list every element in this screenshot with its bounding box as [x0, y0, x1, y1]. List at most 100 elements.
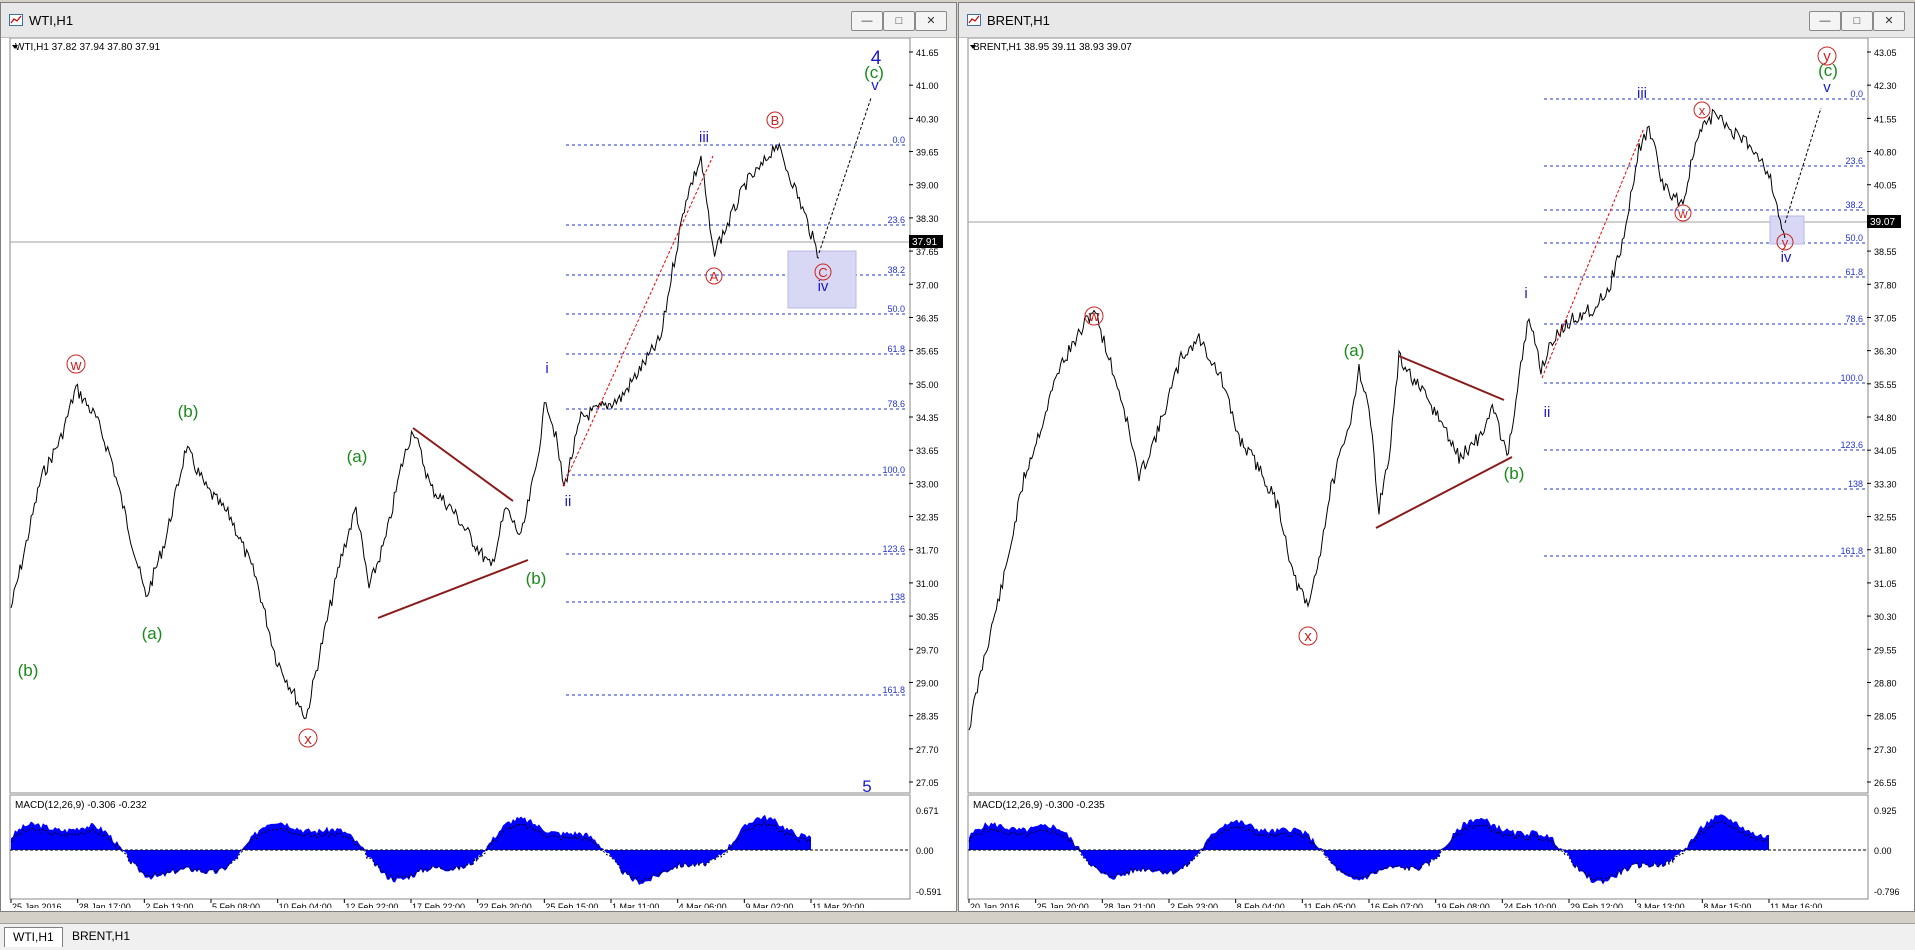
fib-level-label: 23.6: [887, 215, 905, 225]
price-tick-label: 40.30: [916, 114, 939, 124]
chart-info: BRENT,H1 38.95 39.11 38.93 39.07: [973, 42, 1132, 53]
price-tick-label: 37.80: [1874, 280, 1897, 290]
svg-text:w: w: [70, 357, 82, 374]
price-tick-label: 41.55: [1874, 114, 1897, 124]
time-axis: 25 Jan 2016 28 Jan 17:00 2 Feb 13:00 5 Feb …: [10, 899, 864, 908]
price-tick-label: 38.55: [1874, 247, 1897, 257]
current-price-tag: 39.07: [1870, 217, 1895, 228]
fib-level-label: 123.6: [882, 544, 905, 554]
time-tick-label: 11 Mar 20:00: [812, 902, 864, 908]
time-tick-label: 9 Mar 02:00: [745, 902, 793, 908]
svg-text:C: C: [818, 265, 827, 280]
wti-chart-window[interactable]: WTI,H1 — □ ✕ WTI,H1 37.82 37.94 37.80 37…: [0, 2, 957, 912]
tab-wti[interactable]: WTI,H1: [4, 927, 63, 947]
svg-text:iii: iii: [1637, 85, 1647, 102]
macd-label: MACD(12,26,9) -0.306 -0.232: [15, 800, 147, 811]
price-tick-label: 31.80: [1874, 546, 1897, 556]
price-tick-label: 33.65: [916, 446, 939, 456]
price-tick-label: 29.55: [1874, 645, 1897, 655]
svg-text:(a): (a): [1344, 341, 1365, 360]
time-tick-label: 8 Mar 15:00: [1703, 902, 1751, 908]
svg-text:w: w: [1088, 308, 1100, 325]
price-tick-label: 38.30: [916, 214, 939, 224]
macd-tick-label: -0.591: [916, 887, 942, 897]
time-tick-label: 5 Feb 08:00: [212, 902, 260, 908]
time-tick-label: 29 Feb 12:00: [1570, 902, 1623, 908]
svg-text:(a): (a): [142, 624, 163, 643]
brent-titlebar[interactable]: BRENT,H1 — □ ✕: [959, 3, 1914, 38]
macd-tick-label: 0.00: [916, 846, 934, 856]
time-tick-label: 17 Feb 22:00: [412, 902, 465, 908]
time-tick-label: 10 Feb 04:00: [279, 902, 332, 908]
window-title: BRENT,H1: [987, 13, 1050, 28]
svg-text:i: i: [545, 360, 548, 377]
time-tick-label: 16 Feb 07:00: [1370, 902, 1423, 908]
price-tick-label: 29.70: [916, 645, 939, 655]
time-tick-label: 12 Feb 22:00: [345, 902, 398, 908]
price-tick-label: 36.35: [916, 313, 939, 323]
price-axis: 43.0542.3041.5540.8040.0539.3038.5537.80…: [1867, 48, 1897, 788]
svg-text:5: 5: [862, 777, 871, 796]
price-tick-label: 28.35: [916, 712, 939, 722]
price-tick-label: 30.35: [916, 612, 939, 622]
time-tick-label: 22 Feb 20:00: [479, 902, 532, 908]
time-tick-label: 8 Feb 04:00: [1237, 902, 1285, 908]
wti-chart-area[interactable]: WTI,H1 37.82 37.94 37.80 37.91 41.65 41.0…: [1, 38, 954, 908]
price-tick-label: 34.05: [1874, 446, 1897, 456]
chart-window-icon: [9, 14, 23, 26]
time-tick-label: 4 Mar 06:00: [679, 902, 727, 908]
time-tick-label: 19 Feb 08:00: [1437, 902, 1490, 908]
svg-text:y: y: [1782, 235, 1789, 250]
current-price-tag: 37.91: [912, 237, 937, 248]
wti-titlebar[interactable]: WTI,H1 — □ ✕: [1, 3, 956, 38]
svg-text:w: w: [1677, 206, 1688, 221]
time-tick-label: 25 Jan 20:00: [1037, 902, 1089, 908]
fib-level-label: 38.2: [1845, 200, 1863, 210]
fib-level-label: 61.8: [887, 344, 905, 354]
maximize-button[interactable]: □: [1841, 11, 1873, 31]
svg-text:ii: ii: [1544, 404, 1551, 421]
time-tick-label: 3 Mar 13:00: [1637, 902, 1685, 908]
price-tick-label: 37.05: [1874, 313, 1897, 323]
price-tick-label: 31.70: [916, 546, 939, 556]
macd-tick-label: 0.925: [1874, 806, 1897, 816]
svg-text:4: 4: [871, 48, 882, 69]
fib-level-label: 138: [1848, 479, 1863, 489]
svg-text:iii: iii: [699, 129, 709, 146]
price-tick-label: 28.05: [1874, 712, 1897, 722]
fib-level-label: 38.2: [887, 265, 905, 275]
close-button[interactable]: ✕: [915, 11, 947, 31]
svg-text:(c): (c): [1818, 61, 1838, 80]
brent-chart-area[interactable]: BRENT,H1 38.95 39.11 38.93 39.07 43.05 42…: [959, 38, 1912, 908]
time-tick-label: 28 Jan 21:00: [1103, 902, 1155, 908]
close-button[interactable]: ✕: [1873, 11, 1905, 31]
fib-level-label: 100.0: [882, 465, 905, 475]
tab-brent[interactable]: BRENT,H1: [64, 927, 138, 946]
svg-text:x: x: [1699, 103, 1706, 118]
time-tick-label: 2 Feb 23:00: [1170, 902, 1218, 908]
minimize-button[interactable]: —: [1809, 11, 1841, 31]
fib-level-label: 0.0: [1850, 89, 1863, 99]
fib-level-label: 23.6: [1845, 156, 1863, 166]
time-tick-label: 25 Jan 2016: [12, 902, 62, 908]
price-tick-label: 32.35: [916, 513, 939, 523]
svg-text:x: x: [1304, 628, 1312, 645]
window-title: WTI,H1: [29, 13, 74, 28]
brent-chart-window[interactable]: BRENT,H1 — □ ✕ BRENT,H1 38.95 39.11 38.9…: [958, 2, 1915, 912]
price-tick-label: 41.65: [916, 48, 939, 58]
maximize-button[interactable]: □: [883, 11, 915, 31]
fib-level-label: 123.6: [1840, 440, 1863, 450]
fib-level-label: 138: [890, 592, 905, 602]
price-tick-label: 37.00: [916, 280, 939, 290]
price-tick-label: 31.05: [1874, 579, 1897, 589]
minimize-button[interactable]: —: [851, 11, 883, 31]
price-tick-label: 27.70: [916, 745, 939, 755]
macd-tick-label: 0.00: [1874, 846, 1892, 856]
fib-level-label: 61.8: [1845, 267, 1863, 277]
svg-text:v: v: [1823, 79, 1831, 96]
time-tick-label: 11 Feb 05:00: [1303, 902, 1355, 908]
price-tick-label: 37.65: [916, 247, 939, 257]
fib-level-label: 78.6: [887, 399, 905, 409]
price-tick-label: 30.30: [1874, 612, 1897, 622]
price-tick-label: 35.00: [916, 380, 939, 390]
